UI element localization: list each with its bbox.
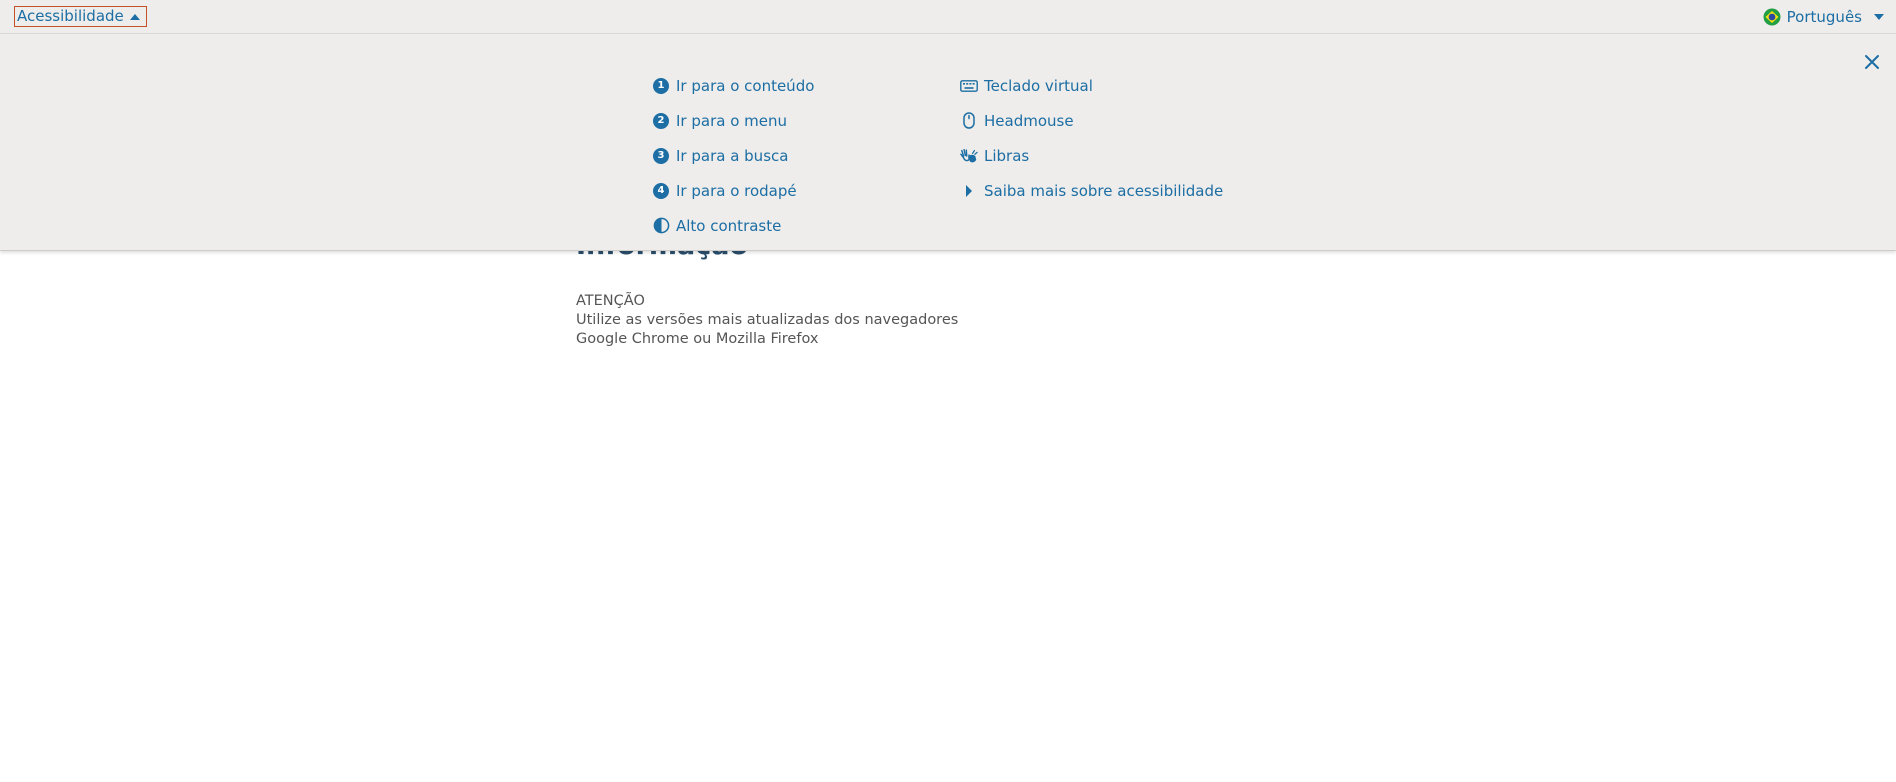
libras-link[interactable]: Libras xyxy=(960,138,1223,173)
skip-to-content-label: Ir para o conteúdo xyxy=(676,76,815,95)
keyboard-icon xyxy=(960,77,978,95)
notice-line: Google Chrome ou Mozilla Firefox xyxy=(576,331,819,347)
contrast-icon xyxy=(652,217,670,235)
caret-up-icon xyxy=(129,13,140,20)
top-bar: Acessibilidade Português xyxy=(0,0,1896,34)
skip-to-footer-link[interactable]: 4 Ir para o rodapé xyxy=(652,173,814,208)
language-label: Português xyxy=(1786,8,1862,26)
headmouse-label: Headmouse xyxy=(984,111,1074,130)
skip-to-search-link[interactable]: 3 Ir para a busca xyxy=(652,138,814,173)
accessibility-panel: 1 Ir para o conteúdo 2 Ir para o menu 3 … xyxy=(0,34,1896,251)
accessibility-toggle-label: Acessibilidade xyxy=(17,7,124,25)
number-4-icon: 4 xyxy=(652,182,670,200)
number-1-icon: 1 xyxy=(652,77,670,95)
sign-language-icon xyxy=(960,147,978,165)
accessibility-links-right: Teclado virtual Headmouse Libras Saiba m… xyxy=(960,68,1223,208)
close-icon[interactable] xyxy=(1862,52,1882,72)
chevron-down-icon xyxy=(1874,14,1884,20)
number-2-icon: 2 xyxy=(652,112,670,130)
high-contrast-label: Alto contraste xyxy=(676,216,782,235)
number-3-icon: 3 xyxy=(652,147,670,165)
mouse-icon xyxy=(960,112,978,130)
skip-to-content-link[interactable]: 1 Ir para o conteúdo xyxy=(652,68,814,103)
skip-to-search-label: Ir para a busca xyxy=(676,146,789,165)
learn-more-accessibility-link[interactable]: Saiba mais sobre acessibilidade xyxy=(960,173,1223,208)
notice-heading: ATENÇÃO xyxy=(576,293,645,309)
headmouse-link[interactable]: Headmouse xyxy=(960,103,1223,138)
virtual-keyboard-link[interactable]: Teclado virtual xyxy=(960,68,1223,103)
caret-right-icon xyxy=(960,182,978,200)
skip-to-menu-link[interactable]: 2 Ir para o menu xyxy=(652,103,814,138)
language-selector[interactable]: Português xyxy=(1763,6,1884,28)
notice-line: Utilize as versões mais atualizadas dos … xyxy=(576,312,959,328)
accessibility-links-left: 1 Ir para o conteúdo 2 Ir para o menu 3 … xyxy=(652,68,814,243)
libras-label: Libras xyxy=(984,146,1030,165)
virtual-keyboard-label: Teclado virtual xyxy=(984,76,1093,95)
skip-to-menu-label: Ir para o menu xyxy=(676,111,787,130)
skip-to-footer-label: Ir para o rodapé xyxy=(676,181,797,200)
accessibility-toggle-button[interactable]: Acessibilidade xyxy=(14,6,147,27)
high-contrast-toggle[interactable]: Alto contraste xyxy=(652,208,814,243)
brazil-flag-icon xyxy=(1763,8,1781,26)
browser-notice: ATENÇÃO Utilize as versões mais atualiza… xyxy=(576,292,958,349)
learn-more-accessibility-label: Saiba mais sobre acessibilidade xyxy=(984,181,1224,200)
